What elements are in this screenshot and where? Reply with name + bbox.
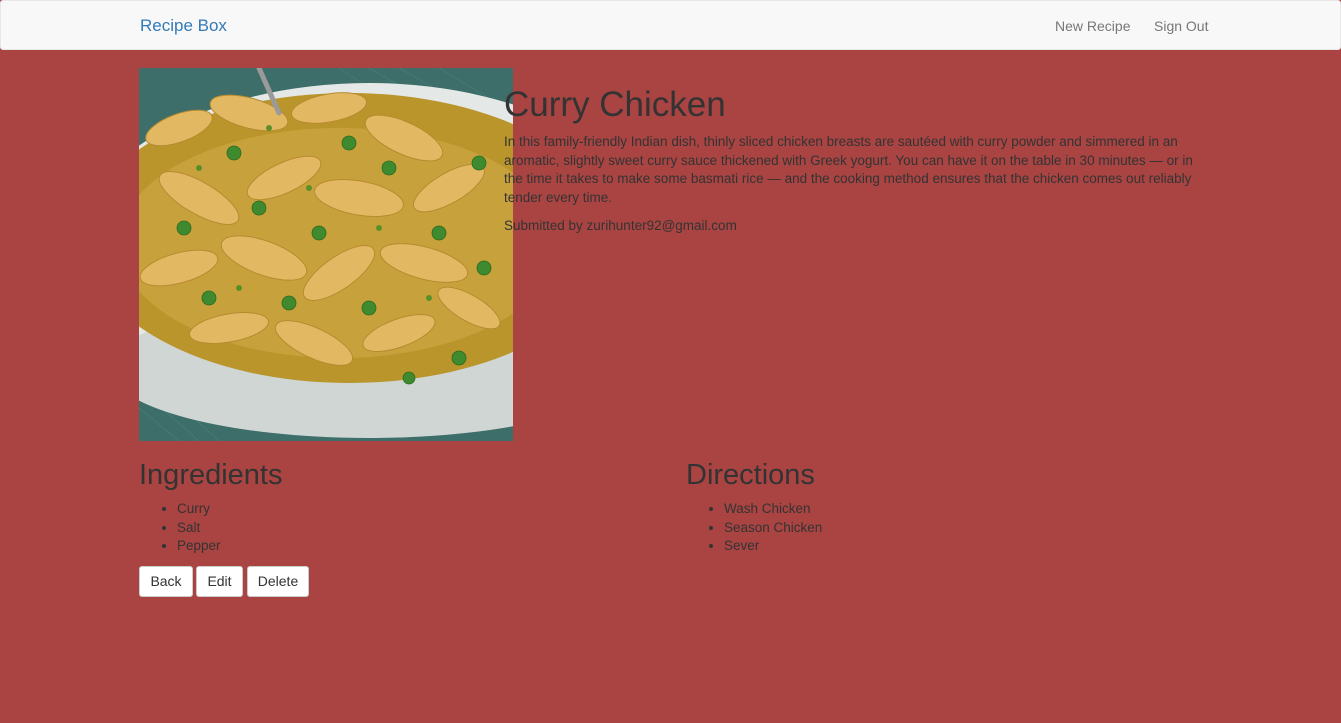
edit-button[interactable]: Edit xyxy=(196,566,243,597)
list-item: Curry xyxy=(177,500,221,519)
ingredients-list: Curry Salt Pepper xyxy=(139,500,221,556)
brand-link[interactable]: Recipe Box xyxy=(140,16,227,36)
recipe-description: In this family-friendly Indian dish, thi… xyxy=(504,134,1193,205)
directions-list: Wash Chicken Season Chicken Sever xyxy=(686,500,822,556)
new-recipe-link[interactable]: New Recipe xyxy=(1055,18,1130,35)
list-item: Season Chicken xyxy=(724,519,822,538)
list-item: Pepper xyxy=(177,537,221,556)
submitted-by: Submitted by zurihunter92@gmail.com xyxy=(504,218,737,233)
back-button[interactable]: Back xyxy=(139,566,193,597)
recipe-photo xyxy=(139,68,513,441)
delete-button[interactable]: Delete xyxy=(247,566,309,597)
list-item: Sever xyxy=(724,537,822,556)
sign-out-link[interactable]: Sign Out xyxy=(1154,18,1208,35)
directions-heading: Directions xyxy=(686,459,815,491)
recipe-title: Curry Chicken xyxy=(504,85,726,124)
list-item: Salt xyxy=(177,519,221,538)
list-item: Wash Chicken xyxy=(724,500,822,519)
ingredients-heading: Ingredients xyxy=(139,459,283,491)
navbar: Recipe Box New Recipe Sign Out xyxy=(0,0,1341,50)
